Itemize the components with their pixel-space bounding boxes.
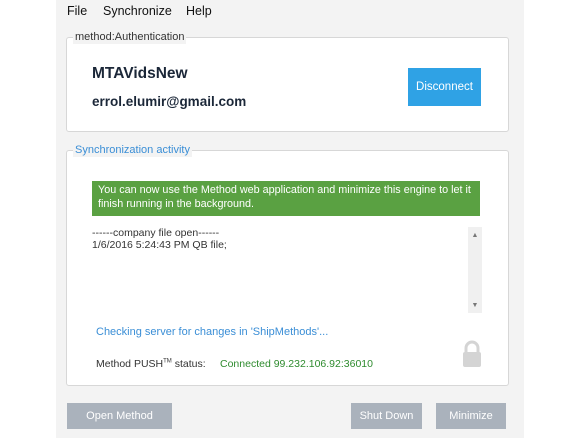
- menu-file[interactable]: File: [67, 4, 87, 18]
- synchronization-legend: Synchronization activity: [73, 143, 192, 157]
- scroll-down-icon[interactable]: ▼: [468, 299, 482, 311]
- log-line: 1/6/2016 5:24:43 PM QB file;: [92, 239, 227, 251]
- minimize-button[interactable]: Minimize: [436, 403, 506, 429]
- lock-icon: [463, 340, 481, 367]
- synchronization-group: Synchronization activity You can now use…: [66, 143, 509, 386]
- push-status-label-suffix: status:: [171, 358, 206, 370]
- account-name: MTAVidsNew: [92, 65, 188, 82]
- shut-down-button[interactable]: Shut Down: [351, 403, 422, 429]
- log-line: ------company file open------: [92, 227, 220, 239]
- disconnect-button[interactable]: Disconnect: [408, 68, 481, 106]
- activity-log[interactable]: ------company file open------ 1/6/2016 5…: [92, 225, 484, 313]
- scroll-up-icon[interactable]: ▲: [468, 229, 482, 241]
- menu-help[interactable]: Help: [186, 4, 212, 18]
- authentication-group: method:Authentication MTAVidsNew errol.e…: [66, 30, 509, 132]
- trademark-mark: TM: [163, 358, 172, 365]
- menu-synchronize[interactable]: Synchronize: [103, 4, 172, 18]
- checking-status-text: Checking server for changes in 'ShipMeth…: [96, 326, 329, 338]
- account-email: errol.elumir@gmail.com: [92, 94, 247, 109]
- push-status-label-main: Method PUSH: [96, 358, 164, 370]
- authentication-legend: method:Authentication: [73, 30, 187, 44]
- push-status-label: Method PUSHTM status:: [96, 358, 206, 370]
- status-banner: You can now use the Method web applicati…: [92, 181, 480, 216]
- push-status-value: Connected 99.232.106.92:36010: [220, 358, 373, 370]
- open-method-button[interactable]: Open Method: [67, 403, 172, 429]
- log-scrollbar[interactable]: ▲ ▼: [468, 227, 482, 313]
